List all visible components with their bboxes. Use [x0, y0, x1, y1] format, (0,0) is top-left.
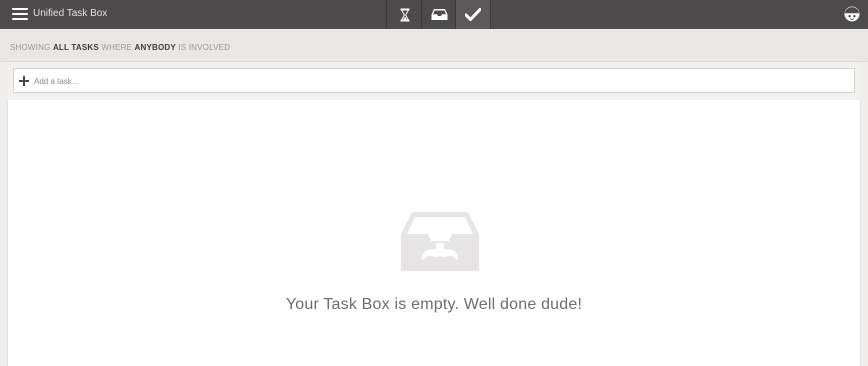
filter-description: SHOWING ALL TASKS WHERE ANYBODY IS INVOL…: [10, 43, 230, 53]
filter-middle: WHERE: [98, 43, 135, 52]
filter-bar: SHOWING ALL TASKS WHERE ANYBODY IS INVOL…: [0, 29, 868, 62]
filter-suffix: IS INVOLVED: [175, 43, 231, 52]
add-task-field[interactable]: [13, 68, 855, 93]
hourglass-icon: [400, 8, 409, 21]
user-avatar-icon[interactable]: [844, 6, 860, 22]
nav-completed-button[interactable]: [456, 0, 490, 29]
page-gutter-right: [861, 62, 868, 366]
nav-waiting-button[interactable]: [387, 0, 422, 29]
plus-icon[interactable]: [19, 76, 29, 86]
filter-scope-link[interactable]: ALL TASKS: [53, 43, 99, 52]
add-task-panel: [7, 62, 861, 100]
app-title: Unified Task Box: [33, 8, 108, 19]
task-list-panel: Your Task Box is empty. Well done dude!: [7, 100, 861, 366]
add-task-input[interactable]: [34, 73, 844, 89]
top-bar: Unified Task Box: [0, 0, 868, 29]
nav-separator: [490, 0, 491, 29]
filter-who-link[interactable]: ANYBODY: [135, 43, 176, 52]
checkmark-icon: [465, 8, 481, 21]
hamburger-menu-icon[interactable]: [8, 5, 30, 23]
page-gutter-left: [0, 62, 7, 366]
inbox-icon: [431, 9, 447, 20]
empty-state-message: Your Task Box is empty. Well done dude!: [285, 296, 583, 313]
filter-prefix: SHOWING: [10, 43, 53, 52]
nav-inbox-button[interactable]: [422, 0, 456, 29]
mustache-inbox-icon: [401, 212, 479, 271]
